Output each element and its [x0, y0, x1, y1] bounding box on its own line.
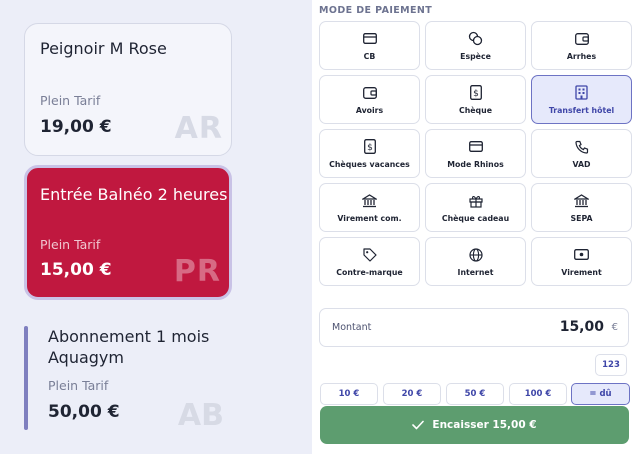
product-code: AR: [174, 111, 223, 146]
payment-method-label: Chèque cadeau: [441, 213, 510, 223]
check-icon: [412, 420, 425, 430]
product-price: 19,00 €: [40, 117, 112, 137]
payment-method-transfert-hotel[interactable]: Transfert hôtel: [531, 75, 632, 124]
product-card-peignoir[interactable]: Peignoir M Rose Plein Tarif 19,00 € AR: [24, 23, 232, 156]
quick-amount-50[interactable]: 50 €: [446, 383, 504, 405]
payment-method-label: CB: [363, 51, 376, 61]
tag-icon: [362, 247, 378, 263]
payment-section-title: MODE DE PAIEMENT: [319, 5, 433, 16]
wallet-icon: [574, 31, 590, 47]
payment-method-avoirs[interactable]: Avoirs: [319, 75, 420, 124]
payment-method-vad[interactable]: VAD: [531, 129, 632, 178]
product-code: PR: [173, 254, 221, 289]
bank-icon: [362, 193, 378, 209]
globe-icon: [468, 247, 484, 263]
quick-amount-100[interactable]: 100 €: [509, 383, 567, 405]
product-code: AB: [177, 398, 224, 433]
payment-method-label: Avoirs: [355, 105, 384, 115]
product-card-balneo[interactable]: Entrée Balnéo 2 heures Plein Tarif 15,00…: [24, 165, 232, 300]
payment-method-label: Virement: [561, 267, 602, 277]
quick-amount-10[interactable]: 10 €: [320, 383, 378, 405]
payment-method-sepa[interactable]: SEPA: [531, 183, 632, 232]
encaisser-label: Encaisser 15,00 €: [432, 419, 537, 431]
payment-methods-grid: CB Espèce Arrhes Avoirs $ Chèque Transfe…: [319, 21, 632, 286]
payment-method-cheques-vacances[interactable]: $ Chèques vacances: [319, 129, 420, 178]
payment-method-arrhes[interactable]: Arrhes: [531, 21, 632, 70]
payment-method-internet[interactable]: Internet: [425, 237, 526, 286]
numeric-keypad-toggle[interactable]: 123: [595, 354, 627, 376]
product-name: Entrée Balnéo 2 heures: [40, 185, 228, 204]
banknote-icon: [574, 247, 590, 263]
payment-method-contre-marque[interactable]: Contre-marque: [319, 237, 420, 286]
receipt-icon: $: [362, 139, 378, 155]
quick-amount-20[interactable]: 20 €: [383, 383, 441, 405]
payment-method-virement[interactable]: Virement: [531, 237, 632, 286]
payment-method-cb[interactable]: CB: [319, 21, 420, 70]
phone-icon: [574, 139, 590, 155]
payment-method-label: Mode Rhinos: [447, 159, 504, 169]
amount-field[interactable]: Montant 15,00 €: [319, 308, 629, 347]
payment-method-label: Chèques vacances: [329, 159, 410, 169]
credit-card-icon: [362, 31, 378, 47]
payment-method-label: SEPA: [570, 213, 593, 223]
product-name: Abonnement 1 mois Aquagym: [48, 327, 210, 367]
product-tarif: Plein Tarif: [40, 237, 101, 252]
payment-panel: MODE DE PAIEMENT CB Espèce Arrhes Avoirs…: [312, 0, 637, 454]
payment-method-label: Contre-marque: [336, 267, 403, 277]
payment-method-label: Arrhes: [566, 51, 597, 61]
bank-icon: [574, 193, 590, 209]
product-accent-bar: [24, 326, 28, 430]
receipt-icon: $: [468, 85, 484, 101]
product-tarif: Plein Tarif: [40, 93, 101, 108]
amount-currency: €: [611, 322, 618, 333]
payment-method-label: Transfert hôtel: [548, 105, 615, 115]
gift-icon: [468, 193, 484, 209]
payment-method-virement-com[interactable]: Virement com.: [319, 183, 420, 232]
product-tarif: Plein Tarif: [48, 378, 109, 393]
payment-method-cheque-cadeau[interactable]: Chèque cadeau: [425, 183, 526, 232]
svg-text:$: $: [367, 143, 373, 153]
svg-text:$: $: [473, 89, 479, 99]
quick-amounts: 10 € 20 € 50 € 100 € = dû: [320, 383, 630, 405]
building-icon: [574, 85, 590, 101]
product-card-aquagym[interactable]: Abonnement 1 mois Aquagym Plein Tarif 50…: [24, 322, 232, 433]
product-name: Peignoir M Rose: [40, 39, 167, 58]
payment-method-label: Internet: [457, 267, 494, 277]
wallet-icon: [362, 85, 378, 101]
product-price: 50,00 €: [48, 402, 120, 422]
payment-method-mode-rhinos[interactable]: Mode Rhinos: [425, 129, 526, 178]
amount-label: Montant: [332, 322, 372, 333]
credit-card-icon: [468, 139, 484, 155]
payment-method-cheque[interactable]: $ Chèque: [425, 75, 526, 124]
encaisser-button[interactable]: Encaisser 15,00 €: [320, 406, 629, 444]
coins-icon: [468, 31, 484, 47]
product-list-panel: Peignoir M Rose Plein Tarif 19,00 € AR E…: [0, 0, 312, 454]
payment-method-label: VAD: [572, 159, 591, 169]
product-price: 15,00 €: [40, 260, 112, 280]
payment-method-label: Chèque: [459, 105, 492, 115]
payment-method-espece[interactable]: Espèce: [425, 21, 526, 70]
quick-amount-due[interactable]: = dû: [571, 383, 630, 405]
payment-method-label: Virement com.: [337, 213, 402, 223]
amount-value: 15,00: [559, 319, 604, 335]
payment-method-label: Espèce: [460, 51, 491, 61]
